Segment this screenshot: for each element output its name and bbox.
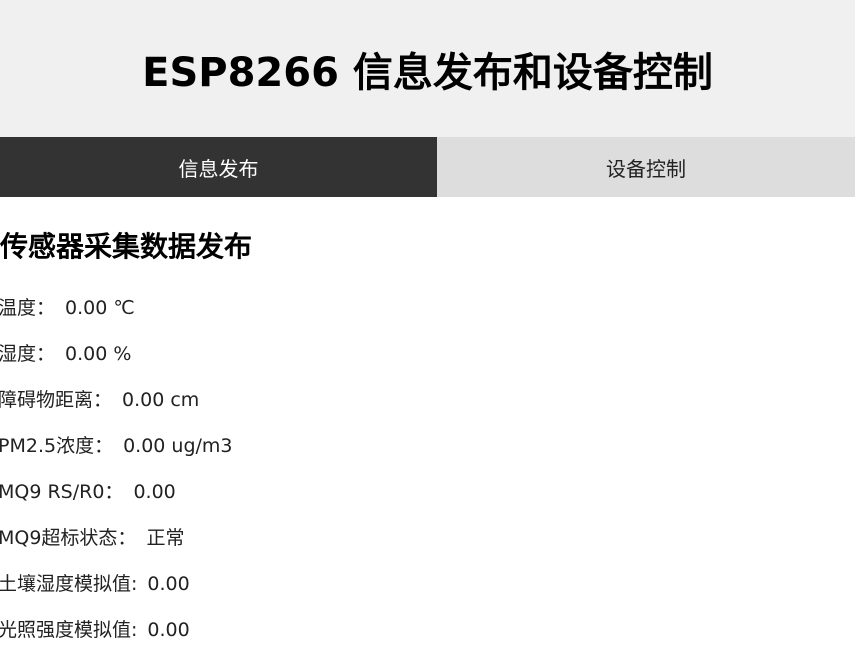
- tab-info[interactable]: 信息发布: [0, 137, 437, 197]
- reading-obstacle-distance: 障碍物距离： 0.00 cm: [0, 377, 855, 423]
- reading-value: 0.00: [147, 619, 190, 641]
- page-title: ESP8266 信息发布和设备控制: [142, 49, 713, 96]
- reading-soil-moisture: 土壤湿度模拟值: 0.00: [0, 561, 855, 607]
- reading-value: 0.00 %: [65, 343, 132, 365]
- reading-mq9-status: MQ9超标状态： 正常: [0, 515, 855, 561]
- reading-humidity: 湿度： 0.00 %: [0, 331, 855, 377]
- reading-value: 0.00 cm: [122, 389, 200, 411]
- tab-bar: 信息发布 设备控制: [0, 137, 855, 197]
- info-panel: 传感器采集数据发布 温度： 0.00 ℃ 湿度： 0.00 % 障碍物距离： 0.00…: [0, 225, 855, 653]
- reading-value: 0.00: [147, 573, 190, 595]
- page-header: ESP8266 信息发布和设备控制: [0, 0, 855, 137]
- reading-label: 湿度：: [0, 343, 56, 365]
- reading-label: 光照强度模拟值:: [0, 619, 138, 641]
- reading-label: 障碍物距离：: [0, 389, 113, 411]
- reading-value: 0.00 ug/m3: [123, 435, 233, 457]
- reading-label: MQ9超标状态：: [0, 527, 137, 549]
- reading-mq9-ratio: MQ9 RS/R0： 0.00: [0, 469, 855, 515]
- reading-light-intensity: 光照强度模拟值: 0.00: [0, 607, 855, 653]
- reading-label: 温度：: [0, 297, 56, 319]
- reading-pm25: PM2.5浓度： 0.00 ug/m3: [0, 423, 855, 469]
- reading-value: 0.00 ℃: [65, 297, 135, 319]
- reading-value: 正常: [146, 527, 185, 549]
- reading-temperature: 温度： 0.00 ℃: [0, 285, 855, 331]
- tab-control[interactable]: 设备控制: [437, 137, 855, 197]
- reading-label: PM2.5浓度：: [0, 435, 114, 457]
- reading-value: 0.00: [133, 481, 176, 503]
- section-title: 传感器采集数据发布: [0, 230, 253, 263]
- reading-label: MQ9 RS/R0：: [0, 481, 124, 503]
- reading-label: 土壤湿度模拟值:: [0, 573, 138, 595]
